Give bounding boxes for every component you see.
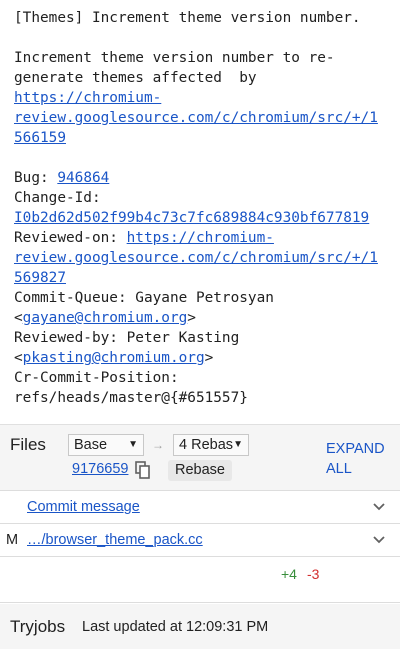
change-id-label: Change-Id: (14, 190, 101, 206)
commit-body-line: Increment theme version number to re- (14, 50, 335, 66)
file-row[interactable]: M …/browser_theme_pack.cc (0, 524, 400, 557)
email-link[interactable]: gayane@chromium.org (23, 310, 188, 326)
copy-icon[interactable] (135, 461, 151, 479)
reviewed-on-label: Reviewed-on: (14, 230, 127, 246)
chevron-down-icon[interactable] (373, 536, 385, 544)
review-link[interactable]: review.googlesource.com/c/chromium/src/+… (14, 110, 378, 126)
file-status: M (6, 532, 19, 548)
review-link[interactable]: review.googlesource.com/c/chromium/src/+… (14, 250, 378, 266)
email-bracket: > (204, 350, 214, 366)
commit-message-link[interactable]: Commit message (27, 499, 140, 515)
commit-queue-line: Commit-Queue: Gayane Petrosyan (14, 290, 274, 306)
commit-body-line: generate themes affected by (14, 70, 257, 86)
dropdown-caret-icon: ▼ (233, 439, 243, 450)
files-title: Files (10, 435, 46, 454)
commit-message: [Themes] Increment theme version number.… (14, 8, 394, 408)
review-link[interactable]: https://chromium- (127, 230, 274, 246)
review-link[interactable]: 566159 (14, 130, 66, 146)
rebase-button[interactable]: Rebase (168, 460, 232, 481)
rebase-select[interactable]: 4 Rebas ▼ (173, 434, 249, 456)
dropdown-caret-icon: ▼ (128, 439, 138, 450)
email-bracket: < (14, 310, 23, 326)
files-header: Files Base ▼ → 4 Rebas ▼ 9176659 Rebase … (0, 424, 400, 491)
diff-stats: +4 -3 (0, 557, 400, 603)
expand-all-button[interactable]: EXPAND ALL (326, 439, 386, 479)
reviewed-by-line: Reviewed-by: Peter Kasting (14, 330, 240, 346)
chevron-down-icon[interactable] (373, 503, 385, 511)
review-link[interactable]: 569827 (14, 270, 66, 286)
commit-message-row[interactable]: Commit message (0, 491, 400, 524)
arrow-icon: → (152, 438, 164, 452)
file-name-link[interactable]: …/browser_theme_pack.cc (27, 532, 203, 548)
tryjobs-title: Tryjobs (10, 617, 66, 636)
email-link[interactable]: pkasting@chromium.org (23, 350, 205, 366)
tryjobs-updated: Last updated at 12:09:31 PM (82, 619, 269, 635)
commit-subject: [Themes] Increment theme version number. (14, 10, 361, 26)
change-id-link[interactable]: I0b2d62d502f99b4c73c7fc689884c930bf67781… (14, 210, 369, 226)
tryjobs-section: Tryjobs Last updated at 12:09:31 PM (0, 604, 400, 649)
base-select[interactable]: Base ▼ (68, 434, 144, 456)
email-bracket: > (187, 310, 196, 326)
base-select-value: Base (74, 437, 108, 453)
patchset-link[interactable]: 9176659 (72, 461, 128, 477)
email-bracket: < (14, 350, 23, 366)
bug-link[interactable]: 946864 (57, 170, 109, 186)
bug-label: Bug: (14, 170, 58, 186)
cr-commit-position: refs/heads/master@{#651557} (14, 390, 248, 406)
cr-commit-position-label: Cr-Commit-Position: (14, 370, 179, 386)
review-link[interactable]: https://chromium- (14, 90, 161, 106)
lines-removed: -3 (307, 566, 320, 582)
rebase-select-value: 4 Rebas (179, 437, 234, 453)
lines-added: +4 (281, 566, 297, 582)
